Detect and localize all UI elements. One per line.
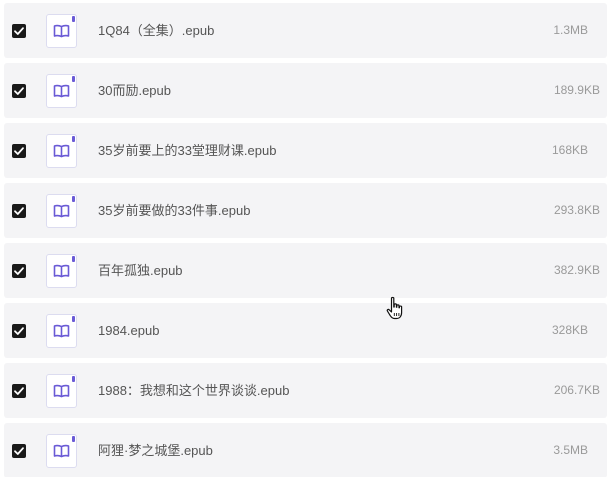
- book-icon: [46, 254, 77, 288]
- file-row[interactable]: 阿狸·梦之城堡.epub 3.5MB: [4, 423, 607, 477]
- file-checkbox[interactable]: [12, 444, 26, 458]
- file-size: 168KB: [551, 143, 588, 157]
- checkmark-icon: [14, 27, 24, 35]
- file-checkbox[interactable]: [12, 24, 26, 38]
- file-size: 206.7KB: [553, 383, 600, 397]
- file-size: 382.9KB: [553, 263, 600, 277]
- file-row[interactable]: 1988：我想和这个世界谈谈.epub 206.7KB: [4, 363, 607, 418]
- file-row[interactable]: 35岁前要上的33堂理财课.epub 168KB: [4, 123, 607, 178]
- file-checkbox[interactable]: [12, 84, 26, 98]
- file-row[interactable]: 1Q84（全集）.epub 1.3MB: [4, 3, 607, 58]
- file-name: 35岁前要上的33堂理财课.epub: [98, 143, 277, 158]
- file-row[interactable]: 30而励.epub 189.9KB: [4, 63, 607, 118]
- book-icon: [46, 374, 77, 408]
- file-checkbox[interactable]: [12, 204, 26, 218]
- file-size: 3.5MB: [553, 443, 588, 457]
- file-name: 1988：我想和这个世界谈谈.epub: [98, 383, 290, 398]
- book-icon: [46, 134, 77, 168]
- file-checkbox[interactable]: [12, 324, 26, 338]
- file-name: 阿狸·梦之城堡.epub: [98, 443, 213, 458]
- file-name: 百年孤独.epub: [98, 263, 183, 278]
- book-icon: [46, 14, 77, 48]
- file-checkbox[interactable]: [12, 144, 26, 158]
- checkmark-icon: [14, 87, 24, 95]
- file-checkbox[interactable]: [12, 384, 26, 398]
- hand-pointer-icon: [386, 296, 403, 320]
- checkmark-icon: [14, 387, 24, 395]
- file-list: 1Q84（全集）.epub 1.3MB 30而励.epub 189.9KB 35…: [0, 0, 607, 477]
- file-row[interactable]: 1984.epub 328KB: [4, 303, 607, 358]
- checkmark-icon: [14, 327, 24, 335]
- book-icon: [46, 434, 77, 468]
- file-size: 328KB: [551, 323, 588, 337]
- file-checkbox[interactable]: [12, 264, 26, 278]
- file-size: 189.9KB: [553, 83, 600, 97]
- checkmark-icon: [14, 447, 24, 455]
- book-icon: [46, 74, 77, 108]
- file-name: 1Q84（全集）.epub: [98, 23, 215, 38]
- book-icon: [46, 314, 77, 348]
- file-name: 35岁前要做的33件事.epub: [98, 203, 251, 218]
- file-row[interactable]: 百年孤独.epub 382.9KB: [4, 243, 607, 298]
- file-size: 293.8KB: [553, 203, 600, 217]
- book-icon: [46, 194, 77, 228]
- checkmark-icon: [14, 267, 24, 275]
- file-size: 1.3MB: [553, 23, 588, 37]
- checkmark-icon: [14, 147, 24, 155]
- file-row[interactable]: 35岁前要做的33件事.epub 293.8KB: [4, 183, 607, 238]
- checkmark-icon: [14, 207, 24, 215]
- file-name: 1984.epub: [98, 323, 160, 338]
- file-name: 30而励.epub: [98, 83, 171, 98]
